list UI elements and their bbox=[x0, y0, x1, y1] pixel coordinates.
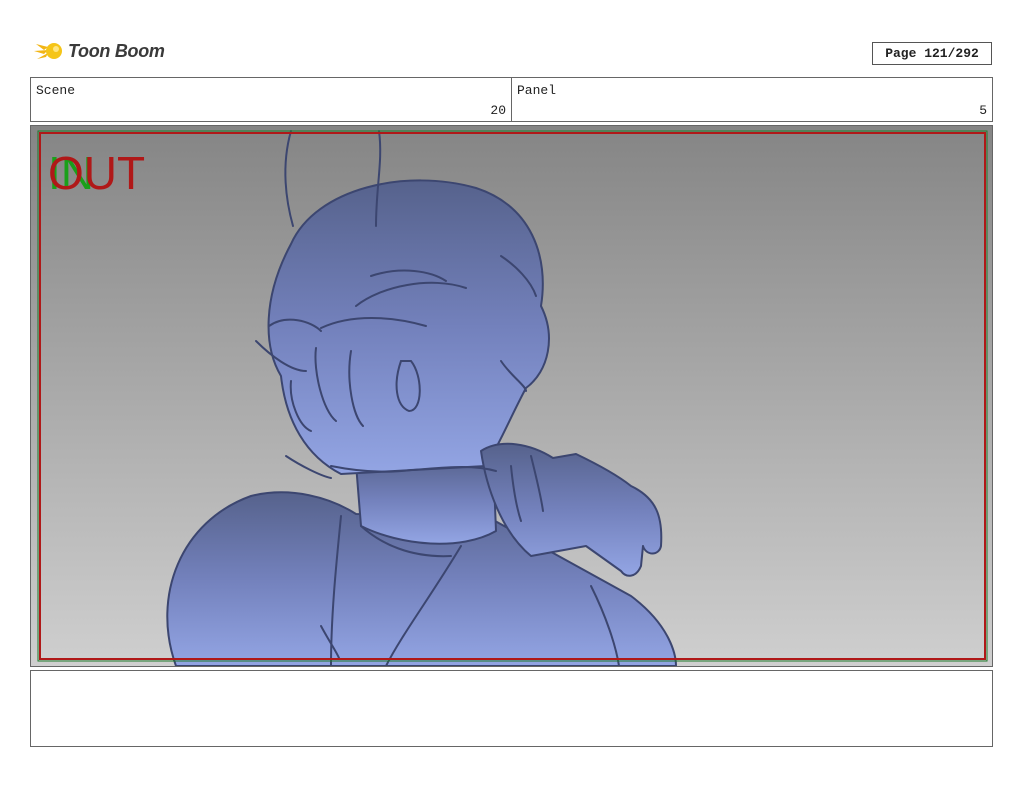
out-marker: OUT bbox=[48, 147, 145, 199]
page-indicator: Page 121/292 bbox=[872, 42, 992, 65]
storyboard-panel: IN OUT bbox=[30, 125, 993, 667]
panel-drawing: IN OUT bbox=[31, 126, 992, 666]
scene-value: 20 bbox=[490, 103, 506, 118]
logo-text: Toon Boom bbox=[68, 40, 165, 61]
header-row: Scene 20 Panel 5 bbox=[30, 77, 993, 122]
toon-boom-logo: Toon Boom bbox=[34, 38, 165, 64]
scene-label: Scene bbox=[36, 83, 76, 98]
panel-notes bbox=[30, 670, 993, 747]
toon-boom-logo-icon bbox=[34, 43, 62, 59]
panel-cell: Panel 5 bbox=[511, 78, 992, 121]
scene-cell: Scene 20 bbox=[31, 78, 511, 121]
panel-label: Panel bbox=[517, 83, 557, 98]
panel-value: 5 bbox=[979, 103, 987, 118]
